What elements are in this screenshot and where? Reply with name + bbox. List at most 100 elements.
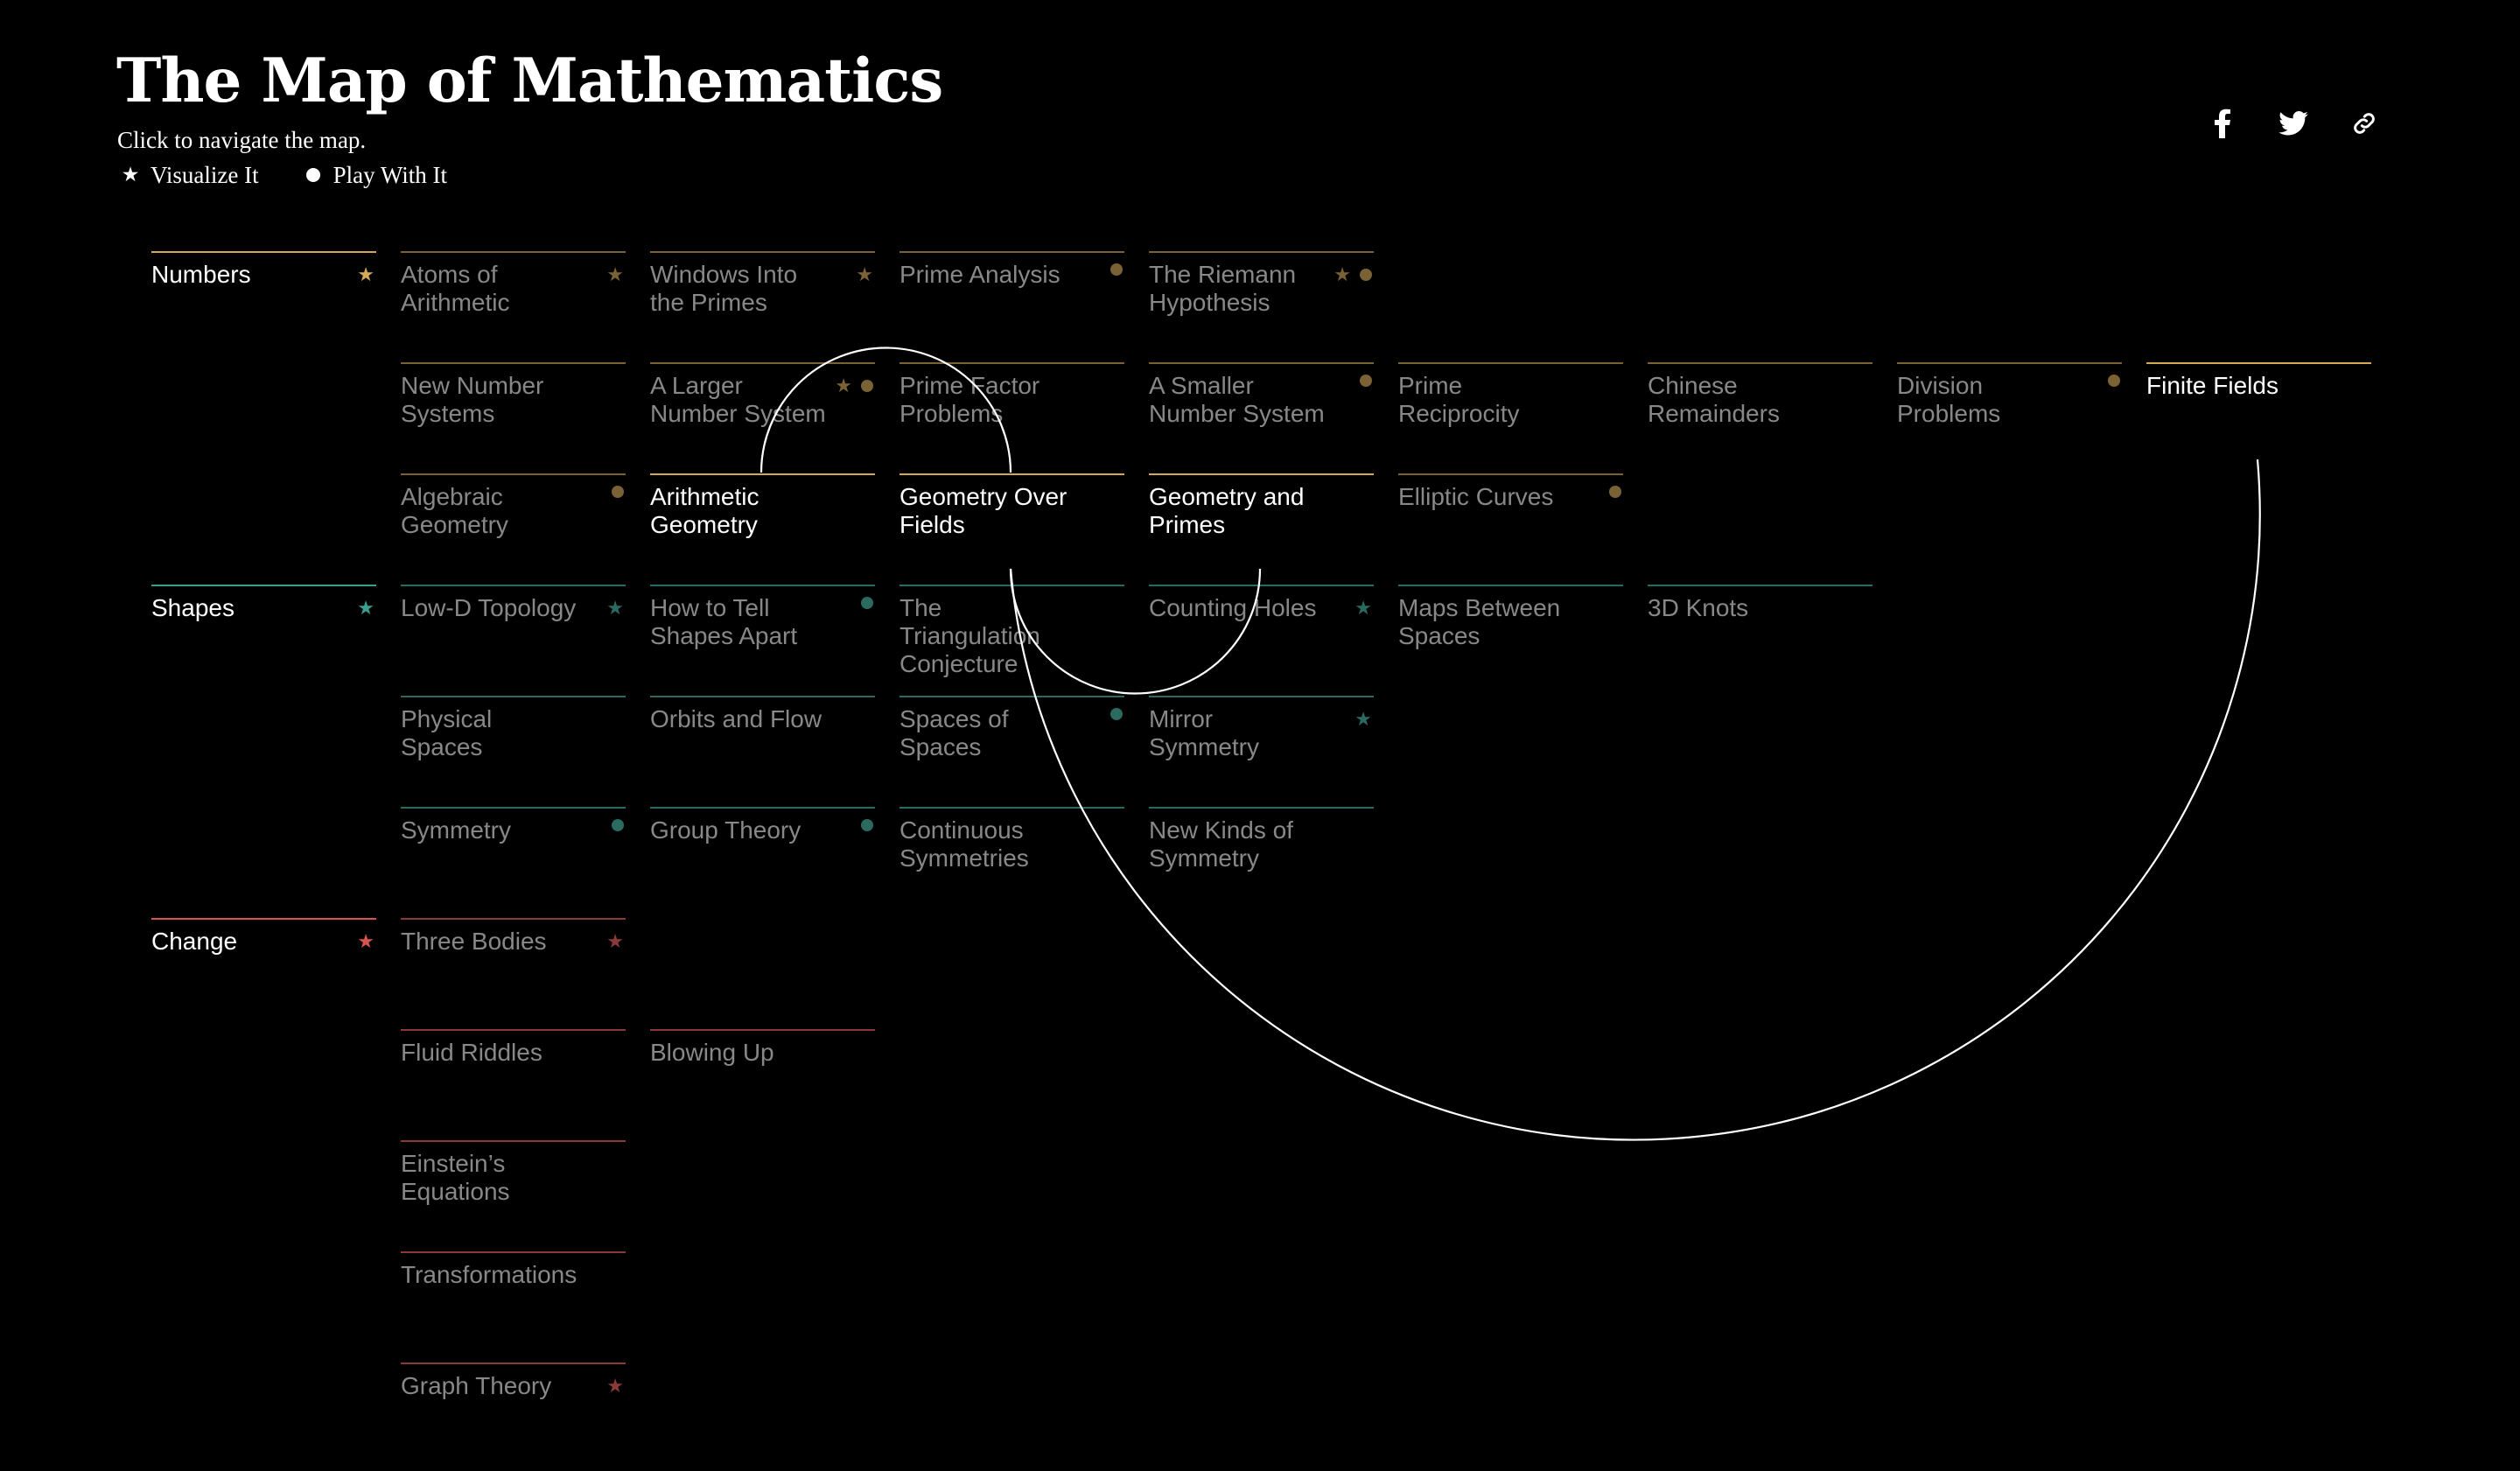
star-icon: ★ xyxy=(357,930,374,952)
map-tile-elliptic-curves[interactable]: Elliptic Curves xyxy=(1398,473,1623,582)
tile-icons: ★ xyxy=(606,930,624,953)
tile-label: The Riemann Hypothesis xyxy=(1149,261,1297,316)
map-tile-how-to-tell-shapes-apart[interactable]: How to Tell Shapes Apart xyxy=(650,585,875,693)
tile-label: Numbers xyxy=(151,261,251,288)
dot-icon xyxy=(1110,263,1123,276)
map-tile-the-triangulation-conjecture[interactable]: The Triangulation Conjecture xyxy=(900,585,1124,693)
map-tile-orbits-and-flow[interactable]: Orbits and Flow xyxy=(650,696,875,804)
star-icon: ★ xyxy=(606,1375,624,1397)
tile-label: Maps Between Spaces xyxy=(1398,594,1561,649)
tile-icons: ★ xyxy=(856,263,873,286)
tile-label: Division Problems xyxy=(1897,372,2001,427)
tile-label: New Kinds of Symmetry xyxy=(1149,816,1293,872)
tile-label: Spaces of Spaces xyxy=(900,705,1009,760)
tile-label: Arithmetic Geometry xyxy=(650,483,760,538)
map-tile-arithmetic-geometry[interactable]: Arithmetic Geometry xyxy=(650,473,875,582)
tile-label: A Larger Number System xyxy=(650,372,826,427)
map-tile-group-theory[interactable]: Group Theory xyxy=(650,807,875,915)
star-icon: ★ xyxy=(835,375,852,396)
tile-label: Low-D Topology xyxy=(401,594,577,621)
map-tile-prime-reciprocity[interactable]: Prime Reciprocity xyxy=(1398,362,1623,471)
tile-icons xyxy=(861,819,873,831)
map-tile-prime-analysis[interactable]: Prime Analysis xyxy=(900,251,1124,360)
tile-icons xyxy=(1110,263,1123,276)
tile-icons: ★ xyxy=(835,375,873,397)
tile-label: Blowing Up xyxy=(650,1039,774,1066)
tile-label: Mirror Symmetry xyxy=(1149,705,1259,760)
dot-icon xyxy=(1609,486,1621,498)
map-tile-einstein-s-equations[interactable]: Einstein’s Equations xyxy=(401,1140,626,1249)
dot-icon xyxy=(1360,375,1372,387)
tile-label: Transformations xyxy=(401,1261,578,1288)
map-tile-transformations[interactable]: Transformations xyxy=(401,1251,626,1360)
map-tile-3d-knots[interactable]: 3D Knots xyxy=(1648,585,1872,693)
tile-icons: ★ xyxy=(1354,597,1372,620)
section-root-change[interactable]: Change ★ xyxy=(151,918,376,1026)
map-tile-division-problems[interactable]: Division Problems xyxy=(1897,362,2122,471)
map-tile-physical-spaces[interactable]: Physical Spaces xyxy=(401,696,626,804)
dot-icon xyxy=(861,819,873,831)
dot-icon xyxy=(861,597,873,609)
tile-icons: ★ xyxy=(606,597,624,620)
star-icon: ★ xyxy=(606,597,624,619)
map-tile-new-number-systems[interactable]: New Number Systems xyxy=(401,362,626,471)
map-tile-counting-holes[interactable]: Counting Holes ★ xyxy=(1149,585,1374,693)
tile-label: Fluid Riddles xyxy=(401,1039,542,1066)
tile-label: Orbits and Flow xyxy=(650,705,822,732)
tile-label: Chinese Remainders xyxy=(1648,372,1780,427)
section-root-numbers[interactable]: Numbers ★ xyxy=(151,251,376,360)
dot-icon xyxy=(2108,375,2120,387)
map-tile-low-d-topology[interactable]: Low-D Topology ★ xyxy=(401,585,626,693)
tile-label: Symmetry xyxy=(401,816,511,844)
map-tile-mirror-symmetry[interactable]: Mirror Symmetry ★ xyxy=(1149,696,1374,804)
tile-icons: ★ xyxy=(606,1375,624,1397)
tile-label: Atoms of Arithmetic xyxy=(401,261,510,316)
star-icon: ★ xyxy=(357,263,374,285)
tile-icons: ★ xyxy=(606,263,624,286)
map-tile-a-smaller-number-system[interactable]: A Smaller Number System xyxy=(1149,362,1374,471)
tile-label: How to Tell Shapes Apart xyxy=(650,594,798,649)
map-tile-geometry-and-primes[interactable]: Geometry and Primes xyxy=(1149,473,1374,582)
map-tile-chinese-remainders[interactable]: Chinese Remainders xyxy=(1648,362,1872,471)
section-root-shapes[interactable]: Shapes ★ xyxy=(151,585,376,693)
map-tile-fluid-riddles[interactable]: Fluid Riddles xyxy=(401,1029,626,1138)
tile-label: Graph Theory xyxy=(401,1372,552,1399)
map-tile-geometry-over-fields[interactable]: Geometry Over Fields xyxy=(900,473,1124,582)
map-tile-new-kinds-of-symmetry[interactable]: New Kinds of Symmetry xyxy=(1149,807,1374,915)
map-tile-symmetry[interactable]: Symmetry xyxy=(401,807,626,915)
map-tile-algebraic-geometry[interactable]: Algebraic Geometry xyxy=(401,473,626,582)
tile-label: Physical Spaces xyxy=(401,705,493,760)
dot-icon xyxy=(1360,269,1372,281)
star-icon: ★ xyxy=(1334,263,1351,285)
map-tile-continuous-symmetries[interactable]: Continuous Symmetries xyxy=(900,807,1124,915)
tile-label: A Smaller Number System xyxy=(1149,372,1325,427)
tile-label: Three Bodies xyxy=(401,928,547,955)
tile-icons xyxy=(2108,375,2120,387)
map-tile-the-riemann-hypothesis[interactable]: The Riemann Hypothesis ★ xyxy=(1149,251,1374,360)
tile-icons xyxy=(612,486,624,498)
map-tile-graph-theory[interactable]: Graph Theory ★ xyxy=(401,1362,626,1471)
tile-label: Shapes xyxy=(151,594,234,621)
star-icon: ★ xyxy=(357,597,374,619)
map-tile-maps-between-spaces[interactable]: Maps Between Spaces xyxy=(1398,585,1623,693)
map-tile-three-bodies[interactable]: Three Bodies ★ xyxy=(401,918,626,1026)
tile-label: Geometry Over Fields xyxy=(900,483,1068,538)
tile-label: Counting Holes xyxy=(1149,594,1317,621)
tile-label: Prime Analysis xyxy=(900,261,1060,288)
dot-icon xyxy=(612,819,624,831)
tile-icons xyxy=(1110,708,1123,720)
map-tile-windows-into-the-primes[interactable]: Windows Into the Primes ★ xyxy=(650,251,875,360)
map-tile-finite-fields[interactable]: Finite Fields xyxy=(2146,362,2371,471)
tile-icons xyxy=(612,819,624,831)
map-tile-a-larger-number-system[interactable]: A Larger Number System ★ xyxy=(650,362,875,471)
map-tile-blowing-up[interactable]: Blowing Up xyxy=(650,1029,875,1138)
tile-icons xyxy=(1609,486,1621,498)
dot-icon xyxy=(861,380,873,392)
star-icon: ★ xyxy=(606,263,624,285)
map-tile-atoms-of-arithmetic[interactable]: Atoms of Arithmetic ★ xyxy=(401,251,626,360)
tile-label: Algebraic Geometry xyxy=(401,483,508,538)
map-tile-spaces-of-spaces[interactable]: Spaces of Spaces xyxy=(900,696,1124,804)
map-tile-prime-factor-problems[interactable]: Prime Factor Problems xyxy=(900,362,1124,471)
math-map: Numbers ★ Atoms of Arithmetic ★ Windows Into… xyxy=(0,0,2520,1433)
tile-label: Change xyxy=(151,928,238,955)
